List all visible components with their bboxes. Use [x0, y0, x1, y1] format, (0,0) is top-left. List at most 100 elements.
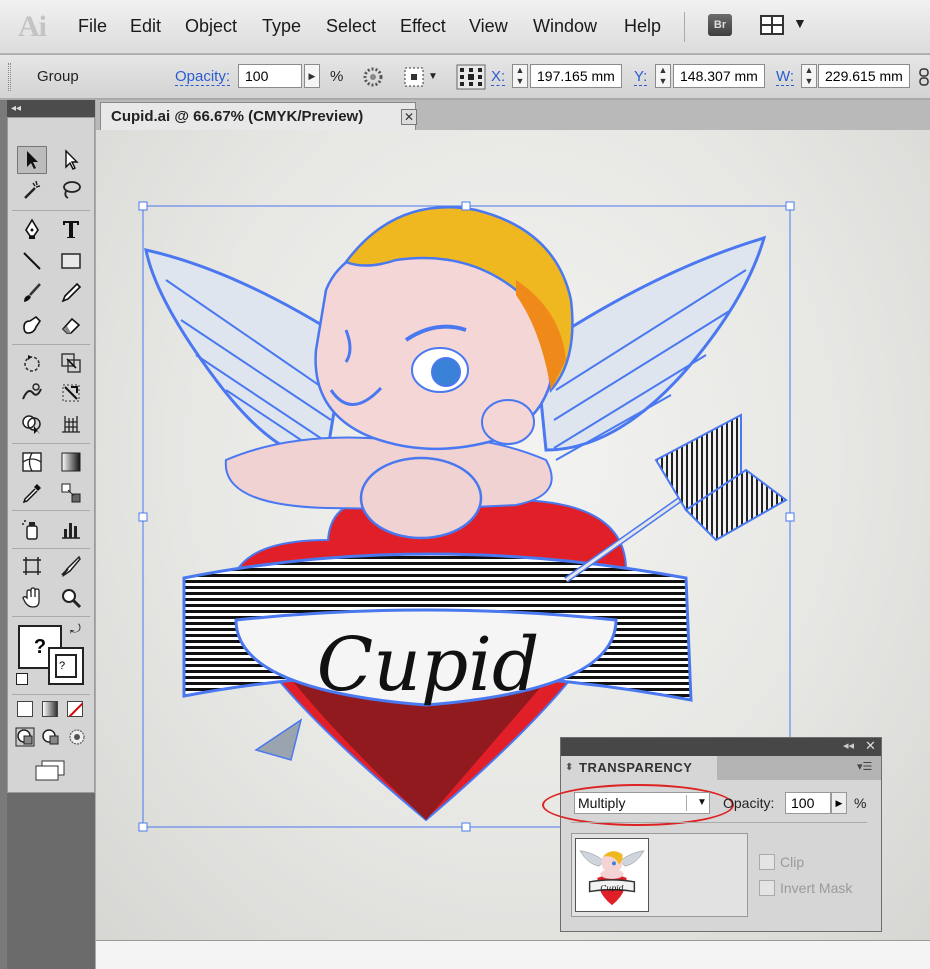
close-panel-icon[interactable]: ✕	[865, 738, 876, 754]
rotate-tool[interactable]	[17, 349, 47, 377]
menu-file[interactable]: File	[78, 16, 107, 37]
panel-divider	[571, 822, 867, 823]
paintbrush-icon	[24, 283, 41, 302]
menu-type[interactable]: Type	[262, 16, 301, 37]
reference-point-icon[interactable]	[403, 66, 425, 88]
x-label[interactable]: X:	[491, 68, 506, 86]
selection-tool[interactable]	[17, 146, 47, 174]
eraser-tool[interactable]	[56, 311, 86, 339]
close-document-button[interactable]: ✕	[401, 109, 417, 125]
reference-point-chevron-icon[interactable]: ▼	[428, 71, 438, 82]
invert-mask-checkbox[interactable]	[759, 880, 775, 896]
symbol-sprayer-tool[interactable]	[17, 515, 47, 543]
rectangle-tool[interactable]	[56, 247, 86, 275]
recolor-artwork-icon[interactable]	[362, 66, 384, 88]
x-input[interactable]: 197.165 mm	[530, 64, 622, 88]
warp-tool[interactable]	[17, 379, 47, 407]
expand-options-icon[interactable]: ⬍	[565, 756, 574, 780]
tools-panel-header[interactable]: ◂◂	[7, 100, 95, 117]
draw-inside-button[interactable]	[67, 727, 87, 747]
w-input[interactable]: 229.615 mm	[818, 64, 910, 88]
menu-select[interactable]: Select	[326, 16, 376, 37]
paintbrush-tool[interactable]	[17, 279, 47, 307]
document-tab[interactable]: Cupid.ai @ 66.67% (CMYK/Preview) ✕	[100, 102, 417, 130]
opacity-dropdown-arrow[interactable]: ▶	[304, 64, 320, 88]
handle-bottom-left[interactable]	[138, 822, 148, 832]
transparency-panel-tab[interactable]: ⬍ TRANSPARENCY	[561, 756, 717, 780]
type-tool[interactable]	[56, 215, 86, 243]
y-spinner[interactable]: ▲ ▼	[655, 64, 671, 88]
mesh-tool[interactable]	[17, 448, 47, 476]
x-spinner[interactable]: ▲ ▼	[512, 64, 528, 88]
arrange-documents-button[interactable]: ▼	[760, 14, 810, 36]
w-label[interactable]: W:	[776, 68, 795, 86]
gradient-mode-button[interactable]	[42, 701, 58, 717]
clip-checkbox[interactable]	[759, 854, 775, 870]
handle-middle-right[interactable]	[785, 512, 795, 522]
collapse-panel-icon[interactable]: ◂◂	[843, 739, 854, 752]
cupid-ear	[481, 399, 535, 445]
bridge-button[interactable]: Br	[708, 14, 732, 36]
blend-mode-value: Multiply	[578, 795, 626, 811]
handle-bottom-middle[interactable]	[461, 822, 471, 832]
pencil-icon	[61, 282, 82, 303]
column-graph-tool[interactable]	[56, 515, 86, 543]
artboard-tool[interactable]	[17, 552, 47, 580]
handle-middle-left[interactable]	[138, 512, 148, 522]
transparency-panel-titlebar[interactable]: ◂◂ ✕	[561, 738, 881, 756]
opacity-input[interactable]: 100	[238, 64, 302, 88]
gradient-tool[interactable]	[56, 448, 86, 476]
tool-separator	[12, 344, 90, 345]
blend-mode-select[interactable]: Multiply ▼	[574, 792, 710, 814]
menu-view[interactable]: View	[469, 16, 508, 37]
eyedropper-tool[interactable]	[17, 479, 47, 507]
y-label[interactable]: Y:	[634, 68, 648, 86]
type-t-icon	[63, 221, 79, 238]
control-bar-grip[interactable]	[8, 63, 11, 91]
handle-top-left[interactable]	[138, 201, 148, 211]
blob-brush-tool[interactable]	[17, 311, 47, 339]
draw-normal-button[interactable]	[15, 727, 35, 747]
pen-tool[interactable]	[17, 215, 47, 243]
pencil-tool[interactable]	[56, 279, 86, 307]
w-spinner[interactable]: ▲ ▼	[801, 64, 817, 88]
transparency-opacity-slider-toggle[interactable]: ▶	[831, 792, 847, 814]
shape-builder-tool[interactable]	[17, 410, 47, 438]
object-thumbnail[interactable]: Cupid	[575, 838, 649, 912]
menu-edit[interactable]: Edit	[130, 16, 161, 37]
scale-tool[interactable]	[56, 349, 86, 377]
lasso-tool[interactable]	[56, 176, 86, 204]
y-input[interactable]: 148.307 mm	[673, 64, 765, 88]
direct-selection-tool[interactable]	[56, 146, 86, 174]
magic-wand-tool[interactable]	[17, 176, 47, 204]
canvas-scroll-area[interactable]	[96, 940, 930, 969]
menu-window[interactable]: Window	[533, 16, 597, 37]
none-mode-button[interactable]	[67, 701, 83, 717]
menu-effect[interactable]: Effect	[400, 16, 446, 37]
screen-mode-button[interactable]	[32, 759, 68, 783]
blend-tool[interactable]	[56, 479, 86, 507]
transparency-opacity-input[interactable]: 100	[785, 792, 831, 814]
thumbnail-frame: Cupid	[571, 833, 748, 917]
hand-tool[interactable]	[17, 584, 47, 612]
default-fill-stroke-icon[interactable]	[16, 673, 28, 685]
line-segment-tool[interactable]	[17, 247, 47, 275]
draw-behind-button[interactable]	[41, 727, 61, 747]
zoom-tool[interactable]	[56, 584, 86, 612]
handle-top-right[interactable]	[785, 201, 795, 211]
fill-stroke-widget[interactable]: ? ? ⤾	[16, 621, 84, 687]
handle-top-middle[interactable]	[461, 201, 471, 211]
swap-fill-stroke-icon[interactable]: ⤾	[70, 621, 81, 637]
stroke-swatch[interactable]: ?	[48, 647, 84, 685]
constrain-proportions-icon[interactable]	[918, 66, 930, 88]
chevron-down-icon[interactable]: ▼	[694, 792, 710, 814]
opacity-link[interactable]: Opacity:	[175, 68, 231, 86]
perspective-grid-tool[interactable]	[56, 410, 86, 438]
color-mode-button[interactable]	[17, 701, 33, 717]
menu-help[interactable]: Help	[624, 16, 661, 37]
menu-object[interactable]: Object	[185, 16, 237, 37]
panel-menu-icon[interactable]: ▾☰	[857, 760, 872, 773]
slice-tool[interactable]	[56, 552, 86, 580]
free-transform-tool[interactable]	[56, 379, 86, 407]
transform-reference-icon[interactable]	[456, 64, 486, 90]
